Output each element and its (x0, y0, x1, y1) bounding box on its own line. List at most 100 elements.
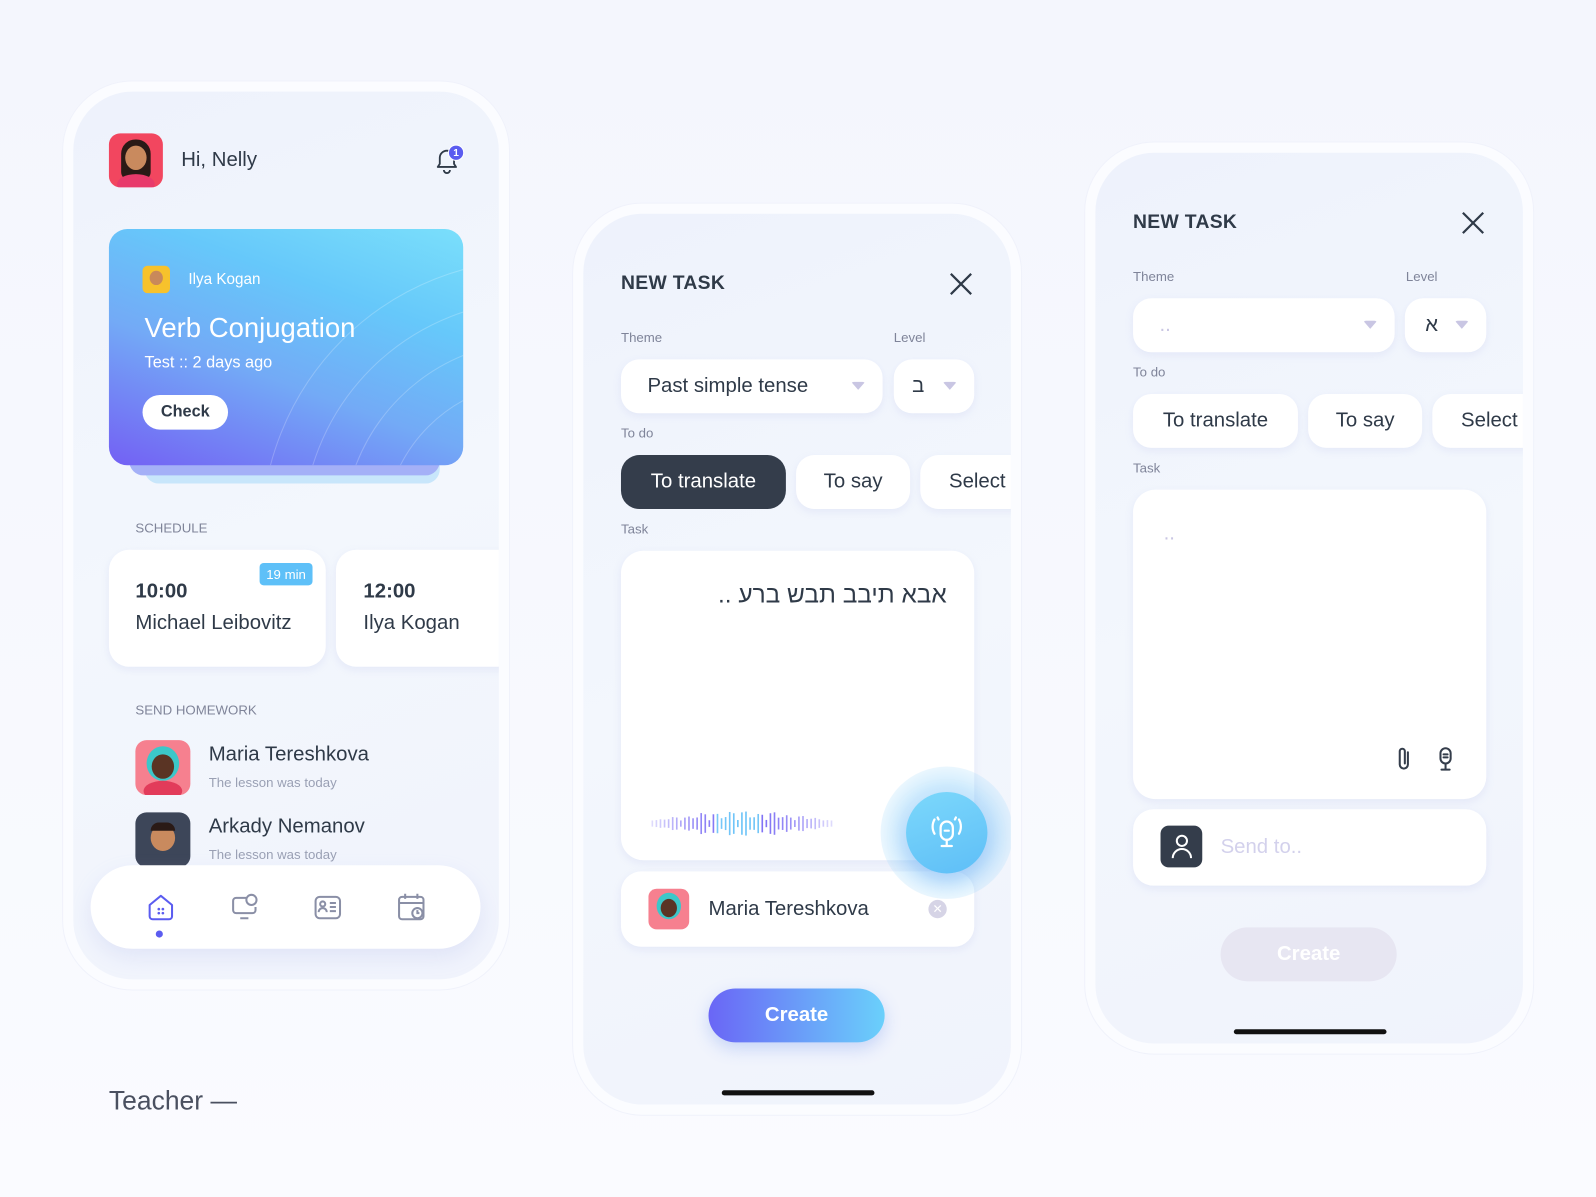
homework-heading: SEND HOMEWORK (135, 702, 257, 718)
waveform-bar (810, 818, 812, 829)
bottom-nav (90, 865, 481, 949)
waveform-bar (761, 814, 764, 833)
send-to-field[interactable]: Send to.. (1133, 809, 1487, 886)
waveform-bar (802, 816, 804, 832)
waveform-bar (651, 820, 654, 827)
level-select[interactable]: ב (893, 359, 975, 414)
todo-chip-say[interactable]: To say (1308, 393, 1423, 448)
waveform-bar (826, 820, 829, 828)
remove-recipient-icon[interactable]: ✕ (928, 899, 947, 919)
waveform-bar (789, 817, 792, 830)
waveform-bar (732, 813, 735, 834)
waveform-bar (794, 820, 796, 828)
microphone-icon[interactable] (1437, 746, 1453, 772)
waveform-bar (806, 819, 808, 829)
student-avatar (135, 740, 191, 796)
chat-icon[interactable] (229, 892, 260, 923)
create-button-disabled[interactable]: Create (1220, 927, 1397, 982)
level-value: א (1425, 313, 1438, 336)
schedule-time: 10:00 (135, 580, 188, 603)
waveform-bar (704, 814, 707, 833)
homework-item[interactable]: Arkady Nemanov The lesson was today (135, 812, 440, 868)
student-name: Arkady Nemanov (208, 815, 365, 838)
waveform-bar (745, 811, 747, 836)
waveform-bar (777, 817, 780, 830)
student-sub: The lesson was today (208, 846, 337, 863)
home-screen: Hi, Nelly 1 Ilya Kogan Verb Conjugation … (73, 91, 499, 980)
schedule-card[interactable]: 12:00 Ilya Kogan (335, 549, 499, 667)
task-textarea[interactable]: .. (1133, 489, 1487, 800)
level-label: Level (893, 329, 926, 346)
theme-select[interactable]: Past simple tense (620, 359, 883, 414)
waveform-bar (757, 813, 760, 834)
waveform-bar (663, 819, 666, 828)
todo-chip-translate[interactable]: To translate (1133, 393, 1298, 448)
waveform-bar (822, 820, 825, 827)
card-subtitle: Test :: 2 days ago (144, 354, 273, 372)
notification-badge: 1 (447, 144, 465, 161)
recipient-avatar (648, 888, 690, 930)
waveform-bar (724, 817, 727, 831)
waveform-bar (728, 811, 731, 836)
schedule-time: 12:00 (363, 580, 416, 603)
close-icon[interactable] (949, 272, 973, 296)
schedule-name: Michael Leibovitz (135, 611, 292, 635)
task-label: Task (620, 521, 649, 537)
waveform-bar (737, 819, 739, 828)
task-placeholder: .. (1163, 522, 1175, 545)
home-indicator (721, 1090, 875, 1096)
new-task-screen: NEW TASK Theme Level Past simple tense ב… (583, 213, 1011, 1105)
close-icon[interactable] (1461, 211, 1485, 235)
waveform-bar (798, 816, 800, 831)
waveform-bar (753, 817, 755, 830)
audio-waveform (651, 811, 833, 836)
microphone-icon (931, 816, 962, 848)
schedule-heading: SCHEDULE (135, 520, 208, 536)
recipient-name: Maria Tereshkova (708, 897, 869, 921)
level-label: Level (1405, 268, 1438, 285)
waveform-bar (659, 819, 662, 828)
theme-label: Theme (620, 329, 663, 346)
teacher-name: Ilya Kogan (188, 270, 261, 289)
chevron-down-icon (1454, 320, 1469, 329)
waveform-bar (749, 817, 751, 830)
home-icon[interactable] (146, 892, 177, 923)
waveform-bar (785, 815, 788, 832)
waveform-bar (680, 820, 682, 827)
waveform-bar (692, 818, 694, 829)
featured-card[interactable]: Ilya Kogan Verb Conjugation Test :: 2 da… (108, 229, 464, 466)
teacher-avatar (142, 265, 171, 294)
check-button[interactable]: Check (142, 394, 229, 430)
waveform-bar (712, 814, 715, 833)
waveform-bar (830, 820, 833, 827)
send-to-placeholder: Send to.. (1220, 835, 1303, 859)
record-mic-button[interactable] (906, 792, 988, 874)
calendar-icon[interactable] (396, 892, 427, 923)
waveform-bar (675, 817, 678, 830)
theme-select[interactable]: .. (1133, 298, 1395, 353)
waveform-bar (781, 817, 784, 830)
active-tab-dot (155, 930, 163, 938)
todo-chip-select[interactable]: Select (1432, 393, 1523, 448)
time-left-badge: 19 min (259, 562, 313, 586)
student-avatar (135, 812, 191, 868)
theme-label: Theme (1133, 268, 1175, 285)
level-select[interactable]: א (1404, 298, 1487, 353)
homework-item[interactable]: Maria Tereshkova The lesson was today (135, 740, 440, 796)
chevron-down-icon (942, 381, 957, 390)
waveform-bar (716, 813, 719, 834)
schedule-card[interactable]: 19 min 10:00 Michael Leibovitz (108, 549, 326, 667)
task-label: Task (1133, 460, 1161, 476)
todo-label: To do (1133, 364, 1166, 380)
todo-chip-select[interactable]: Select (920, 455, 1011, 509)
todo-chip-say[interactable]: To say (796, 455, 911, 509)
user-avatar[interactable] (108, 133, 163, 188)
todo-chip-translate[interactable]: To translate (620, 455, 786, 509)
user-icon (1160, 825, 1203, 868)
waveform-bar (814, 817, 817, 830)
new-task-empty-screen: NEW TASK Theme Level .. א To do To trans… (1095, 152, 1523, 1044)
contacts-icon[interactable] (313, 892, 344, 923)
create-button[interactable]: Create (708, 988, 885, 1043)
schedule-name: Ilya Kogan (363, 611, 460, 635)
attach-icon[interactable] (1396, 746, 1412, 772)
